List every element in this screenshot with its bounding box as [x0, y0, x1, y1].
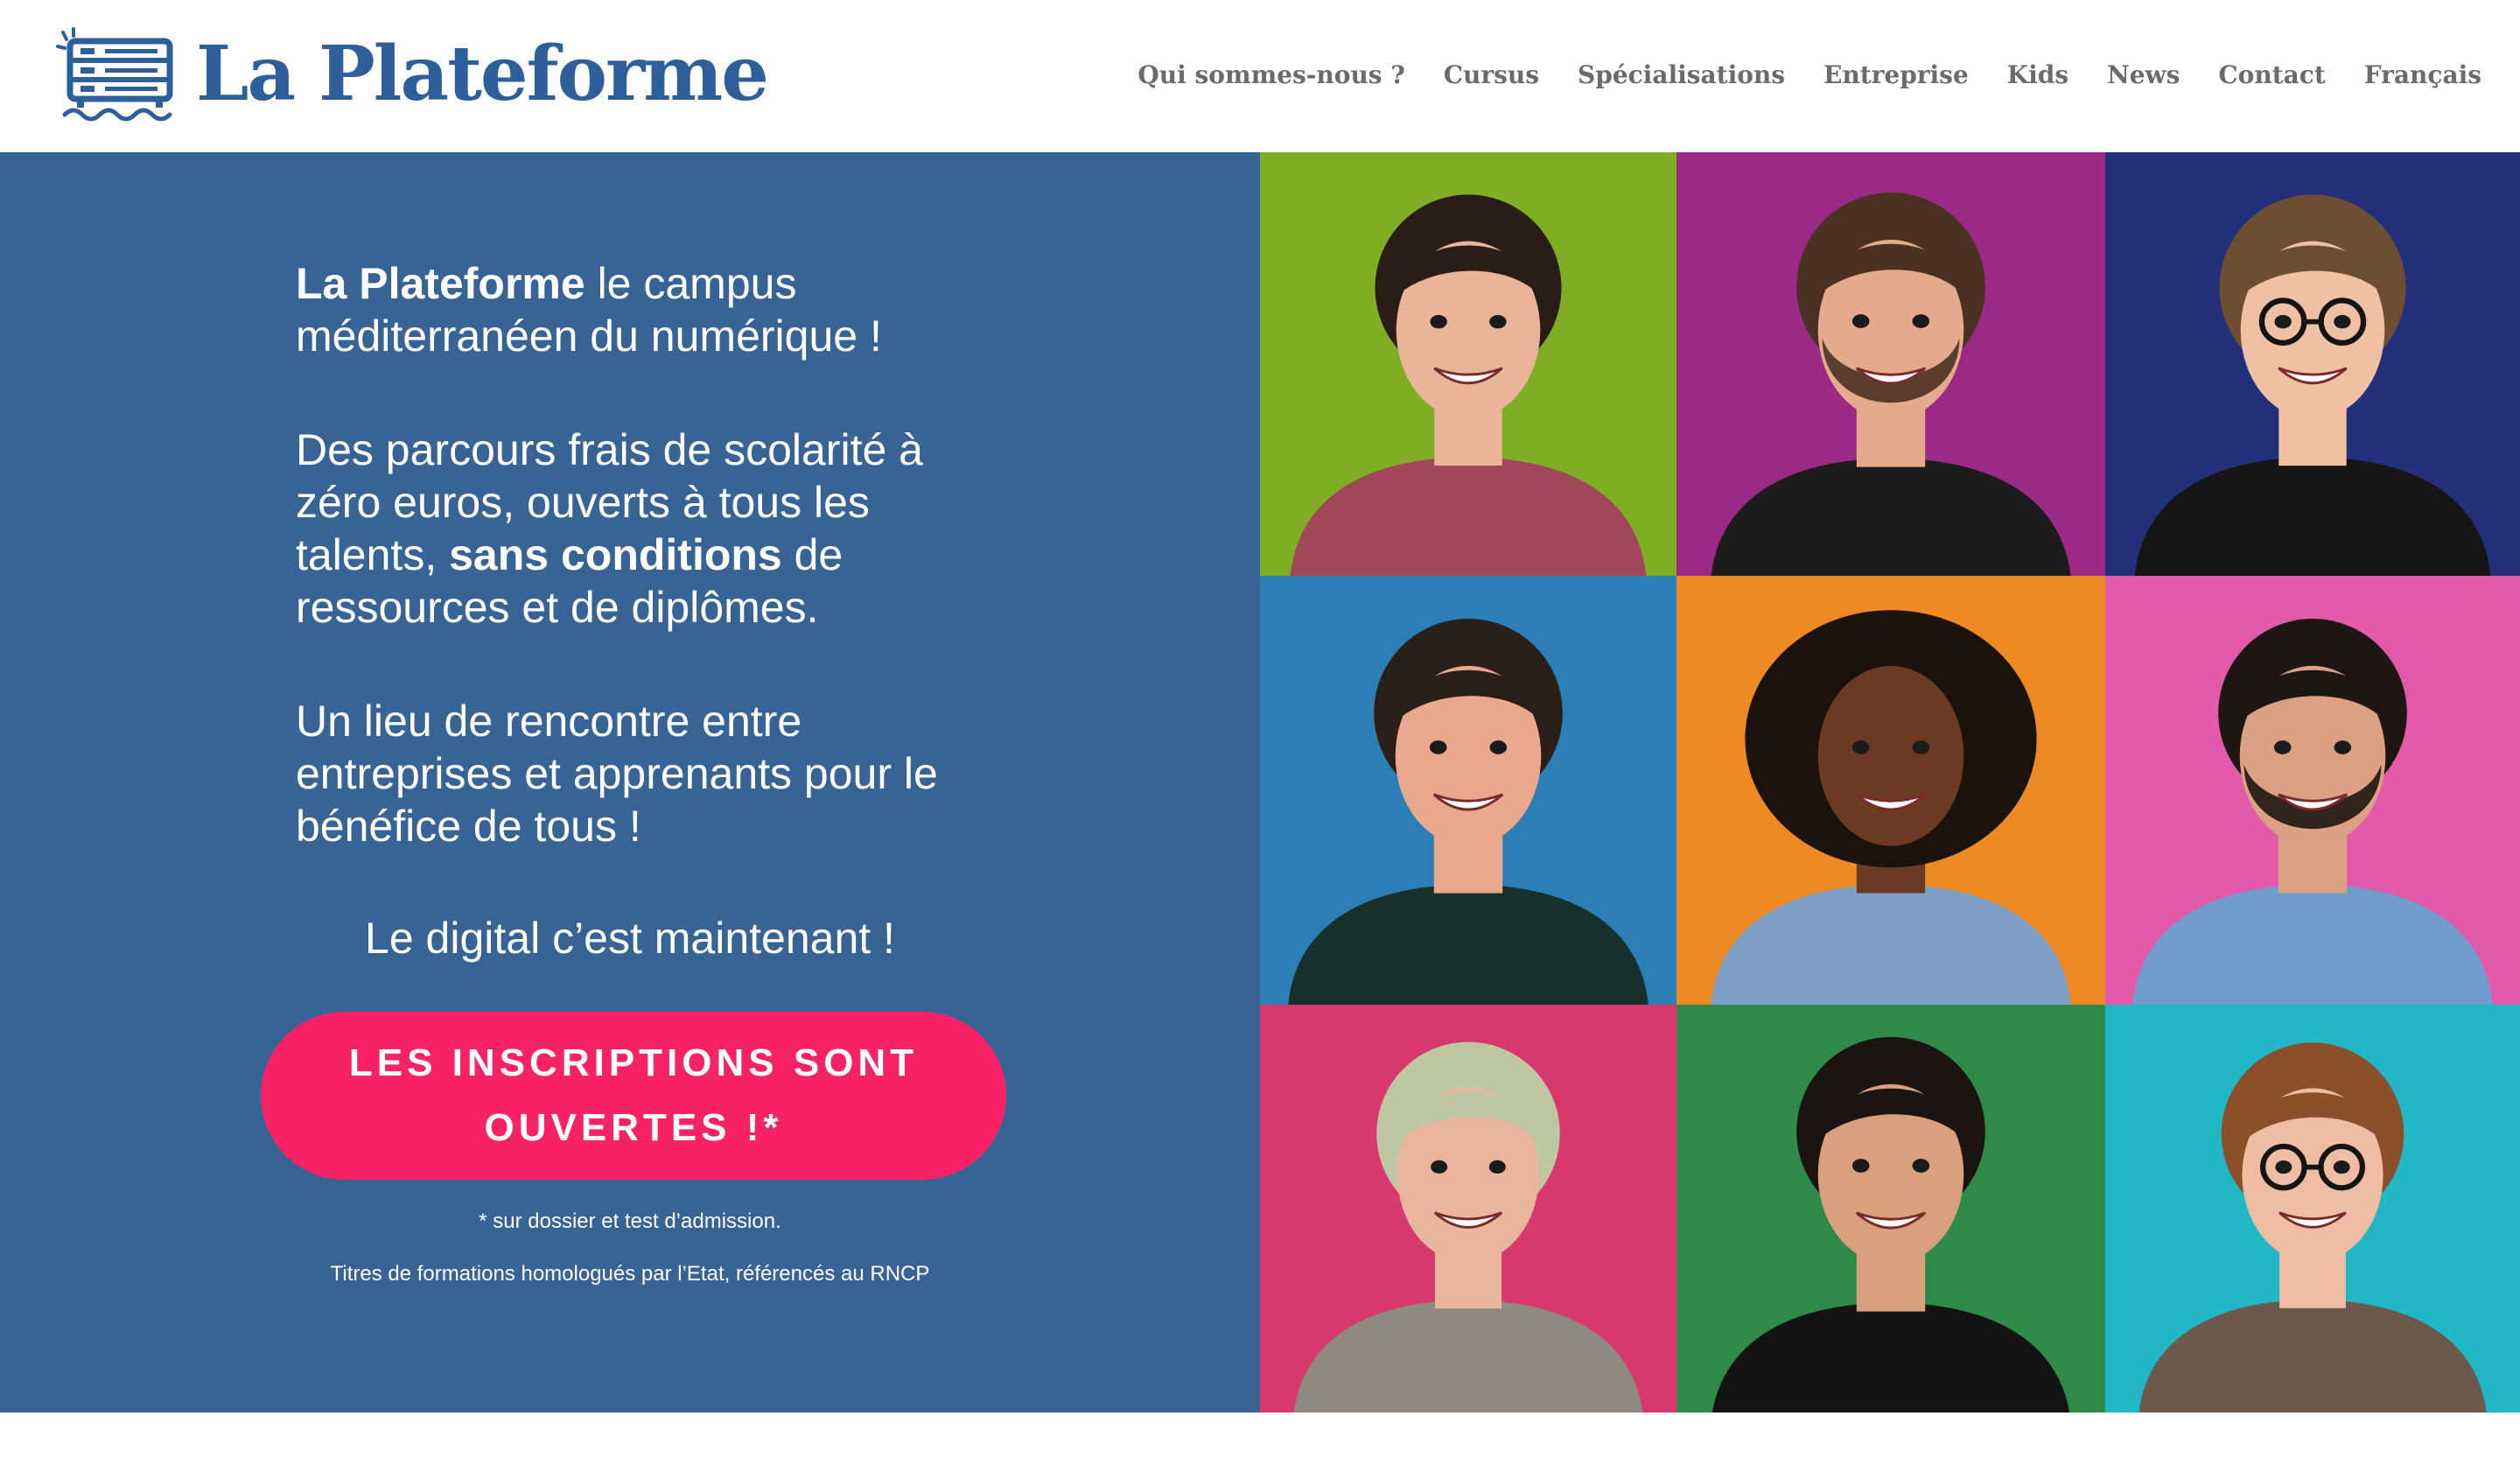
portrait-photo [2105, 152, 2520, 576]
portrait-image [1676, 152, 2105, 576]
portrait-image [1676, 576, 2105, 1005]
hero-offer-strong: sans conditions [449, 530, 782, 579]
site-logo-link[interactable]: La Plateforme [56, 26, 769, 123]
site-header: La Plateforme Qui sommes-nous ? Cursus S… [0, 0, 2520, 152]
portrait-photo [1260, 1005, 1676, 1412]
nav-item-entreprise[interactable]: Entreprise [1824, 60, 1969, 89]
portrait-image [1260, 1005, 1676, 1412]
portrait-image [2105, 1005, 2520, 1412]
portrait-photo [1260, 152, 1676, 576]
registration-cta-button[interactable]: LES INSCRIPTIONS SONT OUVERTES !* [261, 1012, 1006, 1180]
portrait-photo [1676, 1005, 2105, 1412]
hero-text: La Plateforme le campus méditerranéen du… [296, 257, 996, 914]
portrait-photo [2105, 1005, 2520, 1412]
nav-item-qui-sommes-nous[interactable]: Qui sommes-nous ? [1138, 60, 1404, 89]
brand-name: La Plateforme [196, 30, 769, 118]
nav-item-language[interactable]: Français [2364, 60, 2482, 89]
admission-note: * sur dossier et test d’admission. [479, 1209, 781, 1233]
nav-item-specialisations[interactable]: Spécialisations [1578, 60, 1785, 89]
server-rack-on-waves-icon [56, 27, 173, 122]
main-nav: Qui sommes-nous ? Cursus Spécialisations… [1138, 53, 2482, 96]
portrait-image [2105, 576, 2520, 1005]
portrait-image [1260, 152, 1676, 576]
nav-item-kids[interactable]: Kids [2007, 60, 2068, 89]
certification-note: Titres de formations homologués par l’Et… [330, 1262, 930, 1286]
portrait-photo [1260, 576, 1676, 1005]
portrait-photo [1676, 152, 2105, 576]
portrait-image [2105, 152, 2520, 576]
hero-meeting-place: Un lieu de rencontre entre entreprises e… [296, 697, 938, 851]
portrait-photo [2105, 576, 2520, 1005]
nav-item-cursus[interactable]: Cursus [1444, 60, 1539, 89]
nav-item-contact[interactable]: Contact [2218, 60, 2325, 89]
portrait-image [1676, 1005, 2105, 1412]
portrait-grid [1260, 152, 2520, 1412]
hero-tagline: Le digital c’est maintenant ! [365, 914, 895, 963]
hero-section: La Plateforme le campus méditerranéen du… [0, 152, 1260, 1412]
nav-item-news[interactable]: News [2107, 60, 2180, 89]
portrait-photo [1676, 576, 2105, 1005]
portrait-image [1260, 576, 1676, 1005]
hero-offer: Des parcours frais de scolarité à zéro e… [296, 424, 996, 634]
hero-intro: La Plateforme le campus méditerranéen du… [296, 257, 996, 362]
hero-intro-brand: La Plateforme [296, 259, 585, 308]
